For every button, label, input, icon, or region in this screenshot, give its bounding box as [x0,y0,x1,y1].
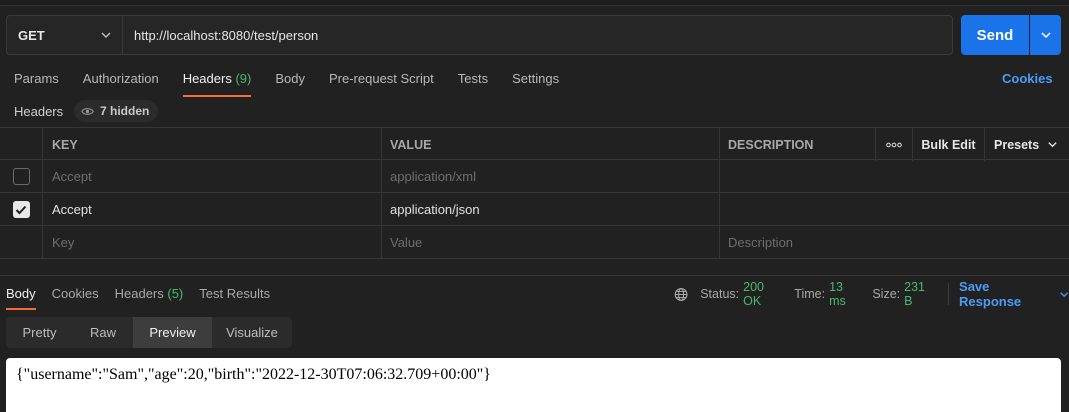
panel-divider[interactable] [0,275,1069,276]
row-checkbox[interactable] [12,201,30,218]
checkmark-icon [15,205,27,214]
chevron-down-icon [1040,32,1051,39]
more-horizontal-icon [886,142,902,147]
view-preview-button[interactable]: Preview [133,317,212,348]
header-key-cell[interactable]: Accept [43,160,382,193]
response-headers-count: (5) [167,286,184,301]
status-separator [948,283,950,305]
response-preview-pane: {"username":"Sam","age":20,"birth":"2022… [6,358,1061,412]
save-response-label: Save Response [959,279,1022,309]
check-column-header [0,128,43,161]
response-tab-body[interactable]: Body [6,286,36,310]
tab-tests[interactable]: Tests [458,71,488,97]
hidden-count-label: 7 hidden [100,104,150,118]
table-row-new: Key Value Description [0,226,1069,259]
new-description-input[interactable]: Description [720,226,1069,259]
headers-section-label: Headers [14,104,64,119]
view-pretty-button[interactable]: Pretty [6,317,73,348]
column-header-value: VALUE [382,128,720,161]
request-tabs: Params Authorization Headers (9) Body Pr… [14,71,583,97]
table-row: Accept application/json [0,193,1069,226]
view-visualize-button[interactable]: Visualize [212,317,292,348]
response-status-bar: Status: 200 OK Time: 13 ms Size: 231 B S… [674,279,1069,309]
size-label: Size: [872,287,901,301]
presets-dropdown[interactable]: Presets [985,128,1069,161]
row-checkbox-cell [0,193,43,226]
header-description-cell[interactable] [720,160,1069,193]
method-label: GET [18,27,45,43]
send-button[interactable]: Send [961,15,1029,55]
eye-icon [81,107,94,115]
view-mode-selector: Pretty Raw Preview Visualize [6,317,292,348]
chevron-down-icon [1048,142,1057,148]
size-value[interactable]: 231 B [904,280,935,308]
row-checkbox-cell [0,226,43,259]
tab-params[interactable]: Params [14,71,59,97]
tab-authorization[interactable]: Authorization [83,71,159,97]
response-body-text: {"username":"Sam","age":20,"birth":"2022… [16,366,491,383]
header-value-cell[interactable]: application/xml [382,160,720,193]
send-label: Send [976,26,1014,44]
headers-table: KEY VALUE DESCRIPTION Bulk Edit Presets … [0,127,1069,259]
status-label: Status: [700,287,740,301]
tab-body[interactable]: Body [275,71,305,97]
top-border [0,0,1069,6]
tab-pre-request-script[interactable]: Pre-request Script [329,71,434,97]
status-value[interactable]: 200 OK [743,280,783,308]
url-text: http://localhost:8080/test/person [134,27,319,43]
header-description-cell[interactable] [720,193,1069,226]
response-tab-cookies[interactable]: Cookies [52,286,99,310]
send-options-button[interactable] [1030,15,1061,55]
bulk-edit-button[interactable]: Bulk Edit [913,128,985,161]
time-label: Time: [794,287,826,301]
table-header-row: KEY VALUE DESCRIPTION Bulk Edit Presets [0,127,1069,161]
response-tabs: Body Cookies Headers (5) Test Results [6,286,286,310]
header-value-cell[interactable]: application/json [382,193,720,226]
column-header-key: KEY [43,128,382,161]
response-tab-headers[interactable]: Headers (5) [115,286,184,310]
table-row: Accept application/xml [0,160,1069,193]
cookies-link[interactable]: Cookies [1002,71,1053,86]
save-response-button[interactable]: Save Response [959,279,1069,309]
hidden-headers-toggle[interactable]: 7 hidden [74,100,159,122]
tab-settings[interactable]: Settings [512,71,559,97]
row-checkbox[interactable] [12,168,30,185]
new-value-input[interactable]: Value [382,226,720,259]
response-tab-test-results[interactable]: Test Results [199,286,270,310]
presets-label: Presets [994,137,1040,152]
tab-headers[interactable]: Headers (9) [182,71,252,97]
row-checkbox-cell [0,160,43,193]
new-key-input[interactable]: Key [43,226,382,259]
time-value[interactable]: 13 ms [829,280,861,308]
header-key-cell[interactable]: Accept [43,193,382,226]
chevron-down-icon [101,32,111,38]
headers-count: (9) [235,71,252,86]
more-options-button[interactable] [875,128,913,161]
chevron-down-icon [1059,291,1068,297]
globe-icon[interactable] [674,287,688,302]
method-select[interactable]: GET [6,15,122,55]
view-raw-button[interactable]: Raw [73,317,133,348]
url-input[interactable]: http://localhost:8080/test/person [122,15,953,55]
